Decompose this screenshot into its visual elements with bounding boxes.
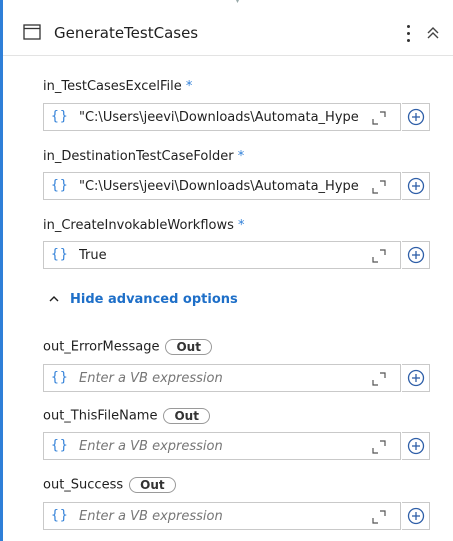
- argument-input-in-testcasesexcelfile[interactable]: {} "C:\Users\jeevi\Downloads\Automata_Hy…: [43, 103, 401, 131]
- plus-circle-glyph: [407, 246, 424, 264]
- argument-label-in-createinvokableworkflows: in_CreateInvokableWorkflows *: [43, 218, 245, 233]
- expand-editor-icon[interactable]: [372, 249, 386, 263]
- plus-circle-icon[interactable]: [402, 364, 430, 392]
- kebab-menu-icon[interactable]: [402, 19, 414, 47]
- plus-circle-icon[interactable]: [402, 502, 430, 530]
- chevron-double-up-icon[interactable]: [424, 24, 442, 42]
- expand-editor-icon[interactable]: [372, 440, 386, 454]
- activity-title: GenerateTestCases: [54, 24, 199, 42]
- argument-input-out-errormessage[interactable]: {} Enter a VB expression: [43, 364, 401, 392]
- plus-circle-glyph: [407, 369, 424, 387]
- argument-label-in-testcasesexcelfile: in_TestCasesExcelFile *: [43, 79, 193, 94]
- argument-label-out-thisfilename: out_ThisFileName Out: [43, 408, 210, 425]
- plus-circle-glyph: [407, 177, 424, 195]
- top-connector-mark: ▾: [236, 0, 240, 5]
- plus-circle-icon[interactable]: [402, 432, 430, 460]
- direction-badge: Out: [129, 477, 176, 493]
- argument-value[interactable]: "C:\Users\jeevi\Downloads\Automata_Hype: [79, 179, 364, 194]
- direction-badge: Out: [165, 339, 212, 355]
- expand-editor-icon[interactable]: [372, 111, 386, 125]
- argument-input-in-destinationtestcasefolder[interactable]: {} "C:\Users\jeevi\Downloads\Automata_Hy…: [43, 172, 401, 200]
- expression-braces-icon: {}: [51, 109, 69, 124]
- activity-selection-bar: [0, 0, 3, 541]
- argument-label-out-success: out_Success Out: [43, 477, 176, 494]
- plus-circle-icon[interactable]: [402, 172, 430, 200]
- activity-header: GenerateTestCases: [3, 12, 453, 56]
- argument-input-in-createinvokableworkflows[interactable]: {} True: [43, 241, 401, 269]
- window-icon: [23, 24, 41, 40]
- argument-value[interactable]: "C:\Users\jeevi\Downloads\Automata_Hype: [79, 110, 364, 125]
- plus-circle-glyph: [407, 507, 424, 525]
- chevron-up-icon: [49, 296, 59, 302]
- argument-input-out-success[interactable]: {} Enter a VB expression: [43, 502, 401, 530]
- expression-braces-icon: {}: [51, 247, 69, 262]
- plus-circle-glyph: [407, 108, 424, 126]
- expression-placeholder[interactable]: Enter a VB expression: [79, 371, 223, 386]
- expression-braces-icon: {}: [51, 178, 69, 193]
- plus-circle-icon[interactable]: [402, 103, 430, 131]
- argument-label-in-destinationtestcasefolder: in_DestinationTestCaseFolder *: [43, 149, 245, 164]
- expression-braces-icon: {}: [51, 370, 69, 385]
- plus-circle-icon[interactable]: [402, 241, 430, 269]
- hide-advanced-options-label: Hide advanced options: [70, 291, 238, 307]
- plus-circle-glyph: [407, 437, 424, 455]
- expression-braces-icon: {}: [51, 508, 69, 523]
- direction-badge: Out: [163, 408, 210, 424]
- expand-editor-icon[interactable]: [372, 180, 386, 194]
- expand-editor-icon[interactable]: [372, 372, 386, 386]
- argument-value[interactable]: True: [79, 248, 364, 263]
- expression-placeholder[interactable]: Enter a VB expression: [79, 509, 223, 524]
- hide-advanced-options-toggle[interactable]: Hide advanced options: [48, 290, 238, 308]
- expand-editor-icon[interactable]: [372, 510, 386, 524]
- argument-input-out-thisfilename[interactable]: {} Enter a VB expression: [43, 432, 401, 460]
- argument-label-out-errormessage: out_ErrorMessage Out: [43, 339, 212, 356]
- expression-braces-icon: {}: [51, 438, 69, 453]
- expression-placeholder[interactable]: Enter a VB expression: [79, 439, 223, 454]
